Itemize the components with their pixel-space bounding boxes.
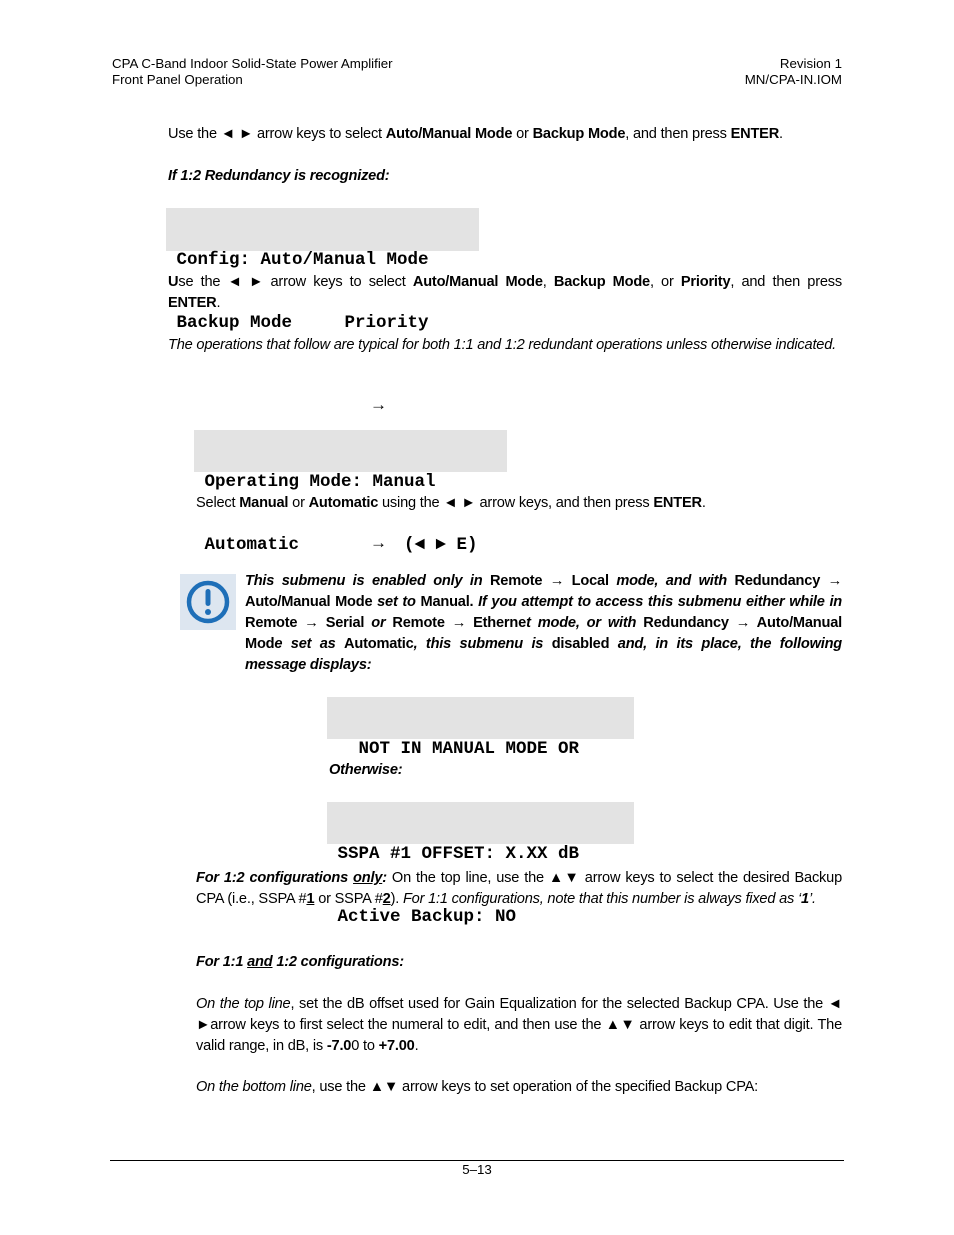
chapter-title: Front Panel Operation: [112, 72, 243, 87]
term-priority: Priority: [680, 274, 731, 290]
term-manual: Manual: [239, 495, 289, 511]
instruction-bottom-line: On the bottom line, use the ▲▼ arrow key…: [196, 1077, 842, 1098]
subheading-1-2-redundancy: If 1:2 Redundancy is recognized:: [168, 168, 390, 184]
text: and: [247, 954, 273, 970]
note-segment: or: [364, 615, 393, 631]
lcd-operating-mode: Operating Mode: Manual Automatic (◄ ► E): [194, 430, 507, 555]
text: se the ◄ ► arrow keys to select: [178, 274, 413, 290]
instruction-select-operating-mode: Select Manual or Automatic using the ◄ ►…: [196, 493, 846, 514]
term-enter: ENTER: [653, 495, 702, 511]
lcd-line-2: Backup Mode Priority: [166, 313, 429, 333]
text: , or: [649, 274, 681, 290]
instruction-select-config: Use the ◄ ► arrow keys to select Auto/Ma…: [168, 272, 842, 314]
text: 0 to: [351, 1038, 379, 1054]
text: On the bottom line: [196, 1079, 312, 1095]
text: For 1:1 configurations, note that this n…: [402, 891, 802, 907]
text: .: [701, 495, 706, 511]
label-otherwise: Otherwise:: [329, 762, 403, 778]
term-backup-mode: Backup Mode: [553, 274, 650, 290]
text: using the ◄ ► arrow keys, and then press: [378, 495, 654, 511]
text: , and then press: [625, 126, 731, 142]
lcd-line-1: SSPA #1 OFFSET: X.XX dB: [327, 844, 580, 864]
lcd-line-2: Automatic (◄ ► E): [194, 535, 478, 555]
term-backup-mode: Backup Mode: [532, 126, 626, 142]
footer-divider: [110, 1160, 844, 1161]
instruction-top-line: On the top line, set the dB offset used …: [196, 994, 842, 1057]
running-header-right: Revision 1 MN/CPA-IN.IOM: [745, 56, 842, 88]
term-auto-manual-mode: Auto/Manual Mode: [412, 274, 543, 290]
text: , use the ▲▼ arrow keys to set operation…: [311, 1079, 759, 1095]
text: ,: [542, 274, 554, 290]
instruction-1-2-configurations: For 1:2 configurations only: On the top …: [196, 868, 842, 910]
right-arrow-icon: →: [370, 533, 387, 552]
lcd-sspa-offset: SSPA #1 OFFSET: X.XX dB Active Backup: N…: [327, 802, 634, 927]
text: For 1:1: [196, 954, 248, 970]
note-segment: If you attempt to access this submenu ei…: [473, 594, 843, 610]
note-segment: mode, and with: [608, 573, 735, 589]
text: ).: [390, 891, 403, 907]
lcd-not-manual-message: NOT IN MANUAL MODE OR NOT ACTIVE: [327, 697, 634, 822]
term-auto-manual-mode: Auto/Manual Mode: [385, 126, 513, 142]
text: , and then press: [730, 274, 842, 290]
note-segment: Remote → Serial: [245, 615, 365, 631]
text: .: [779, 126, 783, 142]
text: only: [353, 870, 383, 886]
text: or: [288, 495, 309, 511]
lcd-line-1: Config: Auto/Manual Mode: [166, 250, 429, 270]
note-segment: Remote → Etherne: [392, 615, 527, 631]
note-segment: t mode, or with: [526, 615, 644, 631]
text: , set the dB offset used for Gain Equali…: [196, 996, 842, 1054]
range-max: +7.00: [378, 1038, 415, 1054]
term-enter: ENTER: [168, 295, 217, 311]
text: Use the ◄ ► arrow keys to select: [168, 126, 386, 142]
text: or SSPA #: [314, 891, 383, 907]
text: .: [216, 295, 221, 311]
term-enter: ENTER: [730, 126, 780, 142]
lcd-line-2: Active Backup: NO: [327, 907, 517, 927]
page-number: 5–13: [462, 1162, 492, 1177]
text: 2: [382, 891, 391, 907]
text: 1:2 configurations:: [272, 954, 404, 970]
running-header-left: CPA C-Band Indoor Solid-State Power Ampl…: [112, 56, 393, 88]
note-segment: set to: [372, 594, 421, 610]
range-min: -7.0: [326, 1038, 352, 1054]
text: Select: [196, 495, 240, 511]
instruction-select-mode: Use the ◄ ► arrow keys to select Auto/Ma…: [168, 124, 848, 145]
note-segment: Manual.: [420, 594, 474, 610]
exclamation-circle-icon-graphic: [186, 580, 230, 624]
text: On the top line: [196, 996, 291, 1012]
subheading-both-configurations: For 1:1 and 1:2 configurations:: [196, 952, 404, 973]
note-segment: This submenu is enabled only in: [245, 573, 490, 589]
note-segment: disabled: [551, 636, 610, 652]
text: .: [414, 1038, 419, 1054]
term-automatic: Automatic: [308, 495, 379, 511]
exclamation-circle-icon: [180, 574, 236, 630]
document-title: CPA C-Band Indoor Solid-State Power Ampl…: [112, 56, 393, 71]
manual-number: MN/CPA-IN.IOM: [744, 72, 842, 87]
note-submenu-availability: This submenu is enabled only in Remote →…: [245, 571, 842, 676]
text: ’.: [808, 891, 816, 907]
text: or: [512, 126, 533, 142]
text: 1: [801, 891, 809, 907]
right-arrow-icon: →: [370, 395, 387, 414]
note-segment: e set as: [274, 636, 345, 652]
lcd-line-1: Operating Mode: Manual: [194, 472, 436, 492]
note-segment: Automatic: [344, 636, 414, 652]
text: For 1:2 configurations: [196, 870, 354, 886]
lcd-line-1: NOT IN MANUAL MODE OR: [327, 739, 580, 759]
lcd-config-menu: Config: Auto/Manual Mode Backup Mode Pri…: [166, 208, 479, 333]
revision-label: Revision 1: [779, 56, 842, 71]
note-typical-operations: The operations that follow are typical f…: [168, 337, 836, 353]
note-segment: , this submenu is: [413, 636, 552, 652]
text: U: [168, 274, 179, 290]
note-segment: Remote → Local: [489, 573, 609, 589]
